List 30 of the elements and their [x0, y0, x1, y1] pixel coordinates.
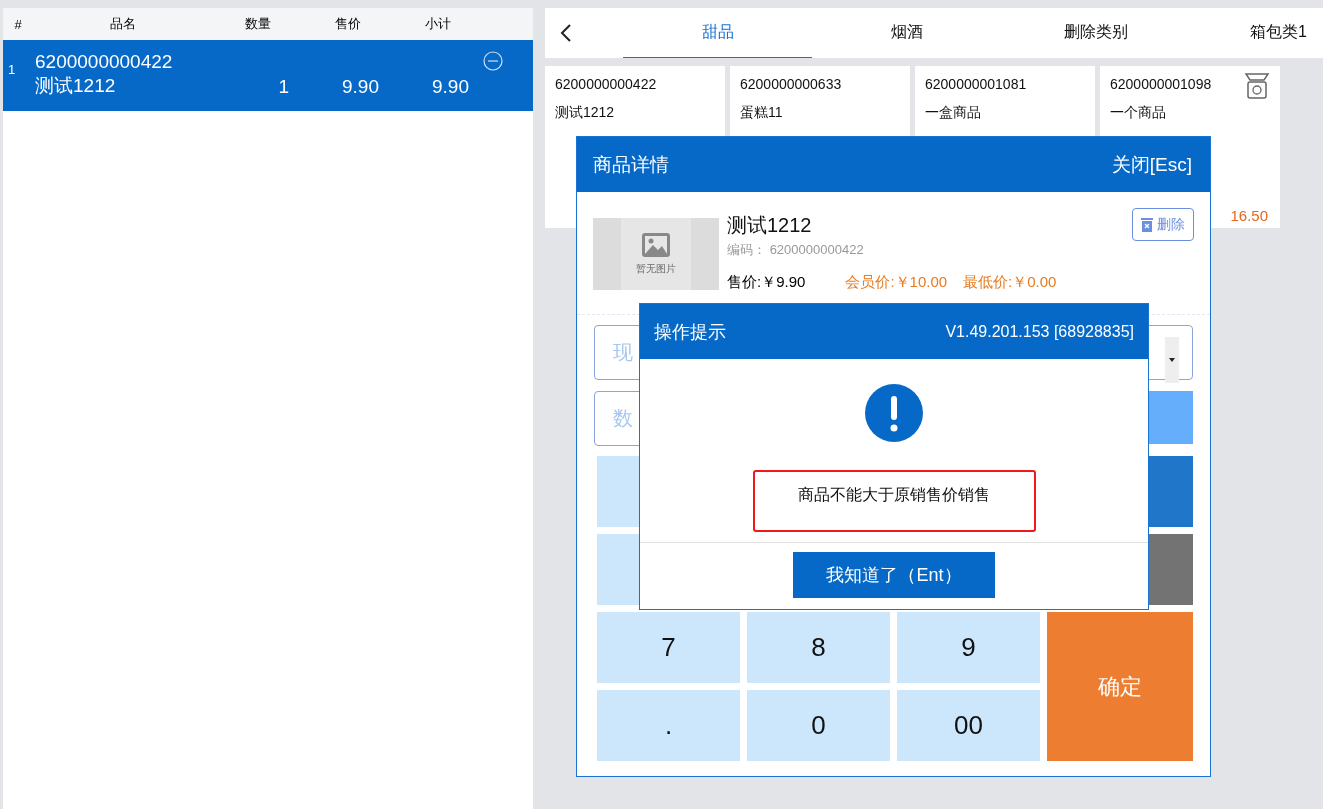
price-cell-text: 9.90	[341, 76, 380, 98]
dialog-title: 操作提示	[654, 320, 726, 344]
version-text: V1.49.201.153 [68928835]	[945, 322, 1134, 341]
column-header: 数量	[244, 15, 272, 33]
product-name: 一盒商品	[925, 104, 982, 122]
dialog-title: 商品详情	[593, 152, 669, 177]
product-code: 6200000001098	[1110, 76, 1213, 92]
product-code: 6200000000422	[35, 50, 174, 74]
product-code: 6200000000422	[555, 76, 658, 92]
member-price: 会员价:￥10.00	[845, 273, 948, 292]
product-name: 测试1212	[555, 104, 616, 122]
row-number: 1	[7, 61, 17, 77]
column-header: 小计	[424, 15, 452, 33]
product-name: 一个商品	[1110, 104, 1167, 122]
product-price: 16.50	[1230, 207, 1268, 224]
product-name: 蛋糕11	[740, 104, 784, 122]
sale-price: 售价:￥9.90	[727, 273, 806, 292]
product-name: 测试1212	[35, 74, 117, 98]
column-header: #	[13, 16, 23, 32]
quantity-cell-text: 1	[277, 76, 290, 98]
minimum-price: 最低价:￥0.00	[963, 273, 1057, 292]
error-message: 商品不能大于原销售价销售	[752, 470, 1036, 532]
column-header: 品名	[109, 15, 137, 33]
product-code: 编码： 6200000000422	[727, 241, 865, 259]
subtotal-cell-text: 9.90	[431, 76, 470, 98]
product-code: 6200000001081	[925, 76, 1028, 92]
product-code: 6200000000633	[740, 76, 843, 92]
column-header: 售价	[334, 15, 362, 33]
placeholder-caption: 暂无图片	[636, 262, 676, 276]
product-title: 测试1212	[727, 213, 813, 238]
